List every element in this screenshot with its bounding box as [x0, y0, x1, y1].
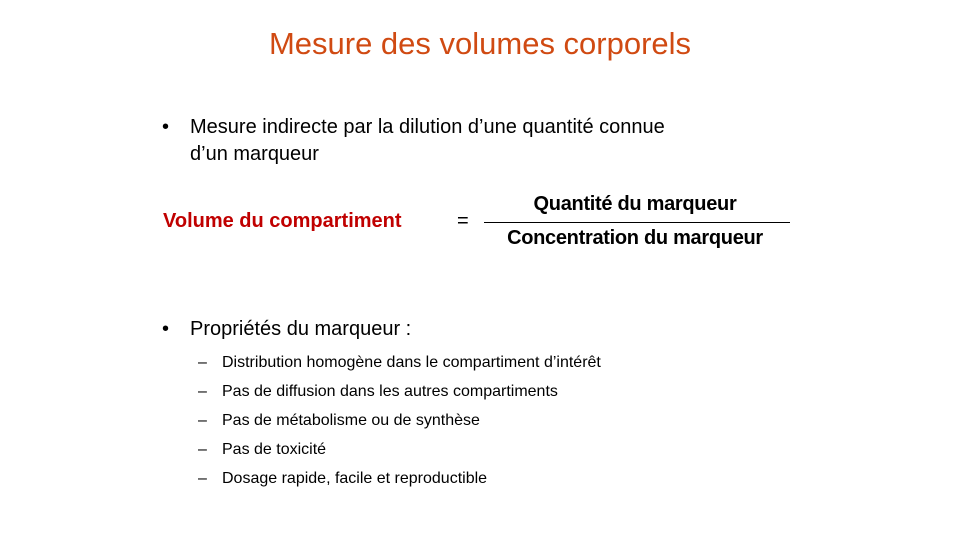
equation-fraction: Quantité du marqueur Concentration du ma… — [480, 190, 790, 254]
equation-equals-sign: = — [457, 210, 469, 232]
slide-title: Mesure des volumes corporels — [268, 26, 692, 61]
sub-list-item: – Pas de toxicité — [198, 435, 802, 464]
sub-item-text: Dosage rapide, facile et reproductible — [222, 470, 488, 487]
sub-item-text: Pas de métabolisme ou de synthèse — [222, 412, 480, 429]
sub-list-item: – Dosage rapide, facile et reproductible — [198, 464, 802, 493]
dash-marker: – — [198, 354, 207, 371]
bullet-item: • Mesure indirecte par la dilution d’une… — [162, 114, 802, 168]
properties-sub-list: – Distribution homogène dans le comparti… — [198, 348, 802, 493]
bullet-properties: • Propriétés du marqueur : – Distributio… — [162, 316, 802, 493]
bullet-marker: • — [162, 116, 170, 138]
slide: Mesure des volumes corporels • Mesure in… — [0, 0, 960, 540]
sub-list-item: – Pas de métabolisme ou de synthèse — [198, 406, 802, 435]
dash-marker: – — [198, 470, 207, 487]
sub-list-item: – Distribution homogène dans le comparti… — [198, 348, 802, 377]
dash-marker: – — [198, 383, 207, 400]
sub-item-text: Pas de diffusion dans les autres compart… — [222, 383, 558, 400]
bullet-text-line-2: d’un marqueur — [190, 143, 319, 165]
sub-item-text: Pas de toxicité — [222, 441, 327, 458]
bullet-text-line-1: Mesure indirecte par la dilution d’une q… — [190, 116, 665, 138]
equation-lhs: Volume du compartiment — [163, 210, 402, 232]
volume-equation: Volume du compartiment = Quantité du mar… — [163, 190, 803, 254]
fraction-denominator: Concentration du marqueur — [507, 227, 763, 249]
fraction-numerator: Quantité du marqueur — [533, 193, 737, 215]
sub-item-text: Distribution homogène dans le compartime… — [222, 354, 601, 371]
dash-marker: – — [198, 441, 207, 458]
bullet-text: Propriétés du marqueur : — [190, 318, 412, 340]
dash-marker: – — [198, 412, 207, 429]
bullet-item: • Propriétés du marqueur : — [162, 316, 802, 343]
sub-list-item: – Pas de diffusion dans les autres compa… — [198, 377, 802, 406]
fraction-bar — [484, 222, 790, 223]
bullet-dilution: • Mesure indirecte par la dilution d’une… — [162, 114, 802, 168]
bullet-marker: • — [162, 318, 170, 340]
